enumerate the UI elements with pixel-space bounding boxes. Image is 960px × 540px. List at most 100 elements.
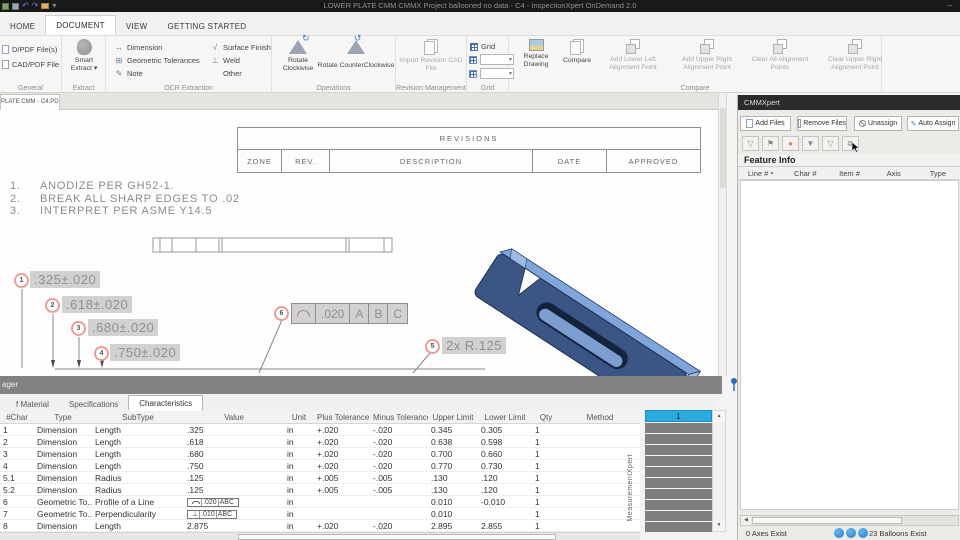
panel-tab-specifications[interactable]: Specifications <box>59 397 128 411</box>
table-row[interactable]: 7 Geometric To... Perpendicularity ⊥ .010 ABC… <box>0 508 640 520</box>
clear-upper-right-alignment-point-button[interactable]: Clear Upper Right Alignment Point <box>816 39 894 72</box>
results-grid-row[interactable] <box>645 489 712 499</box>
ocr-item-geometric-tolerances[interactable]: ⊞ Geometric Tolerances <box>114 54 200 67</box>
results-grid-row[interactable] <box>645 445 712 455</box>
results-grid-scrollbar[interactable]: ▲ ▼ <box>712 410 726 532</box>
import-revision-cad-file-button[interactable]: Import Revision CAD File <box>399 39 463 73</box>
grid-checkbox[interactable]: Grid <box>470 40 495 53</box>
column-header-subtype[interactable]: SubType <box>92 413 184 422</box>
results-grid-row[interactable] <box>645 456 712 466</box>
column-header-lower-limit[interactable]: Lower Limit <box>478 413 532 422</box>
results-grid-row[interactable] <box>645 478 712 488</box>
smart-extract-button[interactable]: Smart Extract ▾ <box>64 39 104 73</box>
auto-assign-button[interactable]: ✎ Auto Assign <box>907 116 959 131</box>
assign-ball-icon[interactable]: ● <box>782 136 799 151</box>
ocr-item-surface-finish[interactable]: √ Surface Finish <box>210 41 271 54</box>
3d-part-model[interactable] <box>472 212 718 376</box>
balloon-status-icon-1[interactable] <box>834 528 844 538</box>
replace-drawing-button[interactable]: Replace Drawing <box>515 39 557 69</box>
balloon-status-icon-2[interactable] <box>846 528 856 538</box>
add-cad-pdf-files-button[interactable]: D/PDF File(s) <box>2 43 57 56</box>
ocr-item-weld[interactable]: ⊥ Weld <box>210 54 271 67</box>
results-grid-row[interactable] <box>645 434 712 444</box>
feature-control-frame[interactable]: .020 A B C <box>291 303 409 324</box>
balloon-filter-icon[interactable]: ▽ <box>742 136 759 151</box>
column-header-method[interactable]: Method <box>560 413 640 422</box>
cmmxpert-titlebar[interactable]: CMMXpert <box>738 95 960 110</box>
balloon-2[interactable]: 2 <box>45 298 60 313</box>
compare-button[interactable]: Compare <box>556 39 598 65</box>
document-tab[interactable]: PLATE CMM - C4.PDF <box>0 94 60 110</box>
dimension-label-3[interactable]: .680±.020 <box>88 319 159 336</box>
table-horizontal-scrollbar[interactable] <box>0 532 640 540</box>
filter-outline-icon[interactable]: ▽ <box>822 136 839 151</box>
balloon-5[interactable]: 5 <box>425 339 440 354</box>
dimension-label-2[interactable]: .618±.020 <box>62 296 133 313</box>
ocr-item-dimension[interactable]: ↔ Dimension <box>114 41 200 54</box>
scroll-down-icon[interactable]: ▼ <box>713 520 725 531</box>
table-row[interactable]: 5.1 Dimension Radius .125 in +.005 -.005 .130 .1… <box>0 472 640 484</box>
replace-cad-pdf-file-button[interactable]: CAD/PDF File <box>2 58 59 71</box>
results-grid-row[interactable] <box>645 522 712 532</box>
table-row[interactable]: 4 Dimension Length .750 in +.020 -.020 0.770 0.7… <box>0 460 640 472</box>
column-header-value[interactable]: Value <box>184 413 284 422</box>
feature-info-column-line[interactable]: Line # ▲ <box>739 167 783 179</box>
column-header-unit[interactable]: Unit <box>284 413 314 422</box>
feature-info-column-type[interactable]: Type <box>916 167 960 179</box>
unassign-button[interactable]: Unassign <box>854 116 902 131</box>
results-grid-row[interactable] <box>645 511 712 521</box>
results-grid-row[interactable] <box>645 467 712 477</box>
balloon-1[interactable]: 1 <box>14 273 29 288</box>
feature-info-column-axis[interactable]: Axis <box>872 167 916 179</box>
dimension-label-4[interactable]: .750±.020 <box>110 344 181 361</box>
add-upper-right-alignment-point-button[interactable]: Add Upper Right Alignment Point <box>672 39 742 72</box>
balloon-status-icon-3[interactable] <box>858 528 868 538</box>
column-header-plus-tolerance[interactable]: Plus Tolerance <box>314 413 370 422</box>
scroll-up-icon[interactable]: ▲ <box>713 411 725 422</box>
add-lower-left-alignment-point-button[interactable]: Add Lower Left Alignment Point <box>600 39 666 72</box>
feature-info-scrollbar[interactable]: ◀ <box>740 515 959 526</box>
panel-titlebar[interactable]: ager <box>0 376 722 394</box>
remove-files-button[interactable]: Remove Files <box>797 116 847 131</box>
ribbon-tab-document[interactable]: DOCUMENT <box>45 15 116 35</box>
feature-info-table-body[interactable] <box>740 180 959 510</box>
table-row[interactable]: 6 Geometric To... Profile of a Line .020 ABC… <box>0 496 640 508</box>
balloon-3[interactable]: 3 <box>71 321 86 336</box>
panel-tab-characteristics[interactable]: Characteristics <box>128 395 204 411</box>
filter-funnel-icon[interactable]: ▼ <box>802 136 819 151</box>
drawing-vertical-scrollbar[interactable] <box>718 93 727 376</box>
ribbon-tab-view[interactable]: VIEW <box>116 17 158 35</box>
export-report-icon[interactable]: ⧉ <box>842 136 860 153</box>
dimension-label-1[interactable]: .325±.020 <box>30 271 101 288</box>
balloon-4[interactable]: 4 <box>94 346 109 361</box>
add-files-button[interactable]: Add Files <box>740 116 791 131</box>
column-header-type[interactable]: Type <box>34 413 92 422</box>
rotate-counterclockwise-button[interactable]: ↺ Rotate CounterClockwise <box>316 34 396 70</box>
balloon-6[interactable]: 6 <box>274 306 289 321</box>
column-header-minus-tolerance[interactable]: Minus Tolerance <box>370 413 428 422</box>
panel-tab-f-material[interactable]: f Material <box>6 397 59 411</box>
feature-info-column-char[interactable]: Char # <box>783 167 827 179</box>
ocr-item-other[interactable]: Other <box>210 67 271 80</box>
table-row[interactable]: 1 Dimension Length .325 in +.020 -.020 0.345 0.3… <box>0 424 640 436</box>
table-row[interactable]: 3 Dimension Length .680 in +.020 -.020 0.700 0.6… <box>0 448 640 460</box>
measurementxpert-side-tab[interactable]: MeasurementXpert <box>627 454 634 522</box>
table-row[interactable]: 2 Dimension Length .618 in +.020 -.020 0.638 0.5… <box>0 436 640 448</box>
results-grid-header[interactable]: 1 <box>645 410 712 422</box>
ribbon-tab-getting-started[interactable]: GETTING STARTED <box>157 17 256 35</box>
drawing-canvas[interactable]: REVISIONS ZONE REV. DESCRIPTION DATE APPROVE… <box>0 110 718 376</box>
table-row[interactable]: 5.2 Dimension Radius .125 in +.005 -.005 .130 .1… <box>0 484 640 496</box>
scroll-left-icon[interactable]: ◀ <box>741 516 751 525</box>
minimize-button[interactable]: – <box>948 0 952 11</box>
ocr-item-note[interactable]: ✎ Note <box>114 67 200 80</box>
feature-info-column-item[interactable]: Item # <box>827 167 871 179</box>
results-grid[interactable]: 1 <box>645 410 712 532</box>
column-header-upper-limit[interactable]: Upper Limit <box>428 413 478 422</box>
results-grid-row[interactable] <box>645 423 712 433</box>
ribbon-tab-home[interactable]: HOME <box>0 17 45 35</box>
rotate-clockwise-button[interactable]: ↻ Rotate Clockwise <box>276 34 320 73</box>
table-row[interactable]: 8 Dimension Length 2.875 in +.020 -.020 2.895 2.… <box>0 520 640 532</box>
clear-all-alignment-points-button[interactable]: Clear All Alignment Points <box>744 39 816 72</box>
flag-filter-icon[interactable]: ⚑ <box>762 136 779 151</box>
column-header-char[interactable]: #Char <box>0 413 34 422</box>
